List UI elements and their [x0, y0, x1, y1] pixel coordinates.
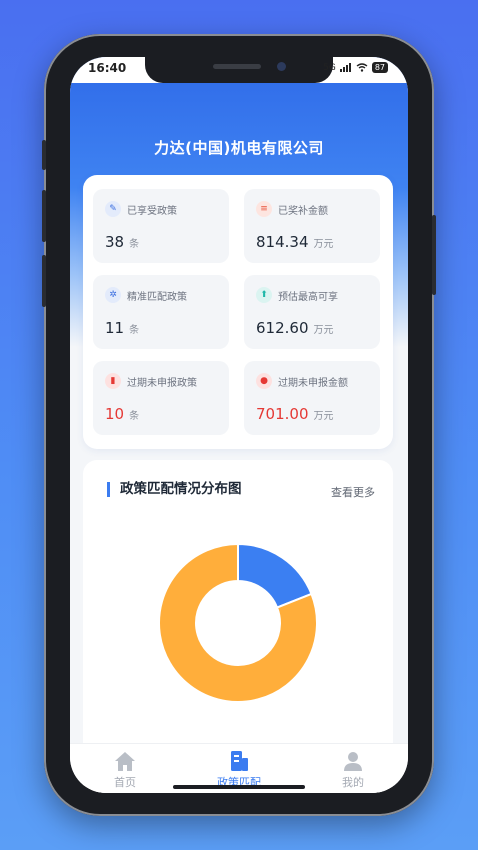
- stat-label-row: ⬆ 预估最高可享: [256, 287, 338, 303]
- stat-unit: 万元: [313, 411, 334, 422]
- stat-value: 701.00: [256, 405, 309, 423]
- stat-unit: 条: [129, 239, 140, 250]
- stat-unit: 万元: [313, 325, 334, 336]
- stat-value-row: 38 条: [105, 233, 139, 251]
- network-label: 5G: [323, 62, 336, 73]
- arrow-up-icon: ⬆: [256, 287, 272, 303]
- stat-tile[interactable]: ⬆ 预估最高可享 612.60 万元: [244, 275, 380, 349]
- stat-label: 过期未申报政策: [127, 377, 197, 389]
- stat-value: 814.34: [256, 233, 309, 251]
- phone-side-button: [42, 140, 46, 170]
- view-more-link[interactable]: 查看更多: [331, 484, 375, 500]
- stat-value-row: 612.60 万元: [256, 319, 334, 337]
- speaker: [213, 64, 261, 69]
- home-indicator: [173, 785, 305, 789]
- stat-value-row: 701.00 万元: [256, 405, 334, 423]
- stat-tile[interactable]: ✲ 精准匹配政策 11 条: [93, 275, 229, 349]
- stat-tile[interactable]: ▮ 过期未申报政策 10 条: [93, 361, 229, 435]
- stat-label-row: ▮ 过期未申报政策: [105, 373, 197, 389]
- stat-label-row: ✲ 精准匹配政策: [105, 287, 187, 303]
- stat-value-row: 11 条: [105, 319, 139, 337]
- stat-label: 已享受政策: [127, 205, 177, 217]
- stat-tile[interactable]: ≡ 已奖补金额 814.34 万元: [244, 189, 380, 263]
- edit-icon: ✎: [105, 201, 121, 217]
- stat-label: 已奖补金额: [278, 205, 328, 217]
- tab-home-label: 首页: [114, 776, 136, 789]
- status-bar: 16:40 5G 87: [70, 57, 408, 83]
- tab-policy-match[interactable]: 政策匹配: [199, 750, 279, 790]
- system-icons: 5G 87: [323, 62, 388, 73]
- tab-mine-label: 我的: [342, 776, 364, 789]
- signal-icon: [339, 63, 351, 72]
- coin-stack-icon: ≡: [256, 201, 272, 217]
- stat-label: 预估最高可享: [278, 291, 338, 303]
- chart-title: 政策匹配情况分布图: [107, 482, 242, 497]
- stat-value: 11: [105, 319, 125, 337]
- stat-value: 10: [105, 405, 125, 423]
- home-icon: [115, 752, 135, 771]
- stat-value-row: 10 条: [105, 405, 139, 423]
- battery-icon: 87: [371, 62, 388, 73]
- stat-value: 612.60: [256, 319, 309, 337]
- stat-unit: 条: [129, 411, 140, 422]
- stat-unit: 万元: [313, 239, 334, 250]
- donut-chart: [159, 544, 317, 702]
- camera: [277, 62, 286, 71]
- stat-value: 38: [105, 233, 125, 251]
- phone-volume-up: [42, 190, 46, 242]
- stat-unit: 条: [129, 325, 140, 336]
- stats-card: ✎ 已享受政策 38 条 ≡ 已奖补金额 814.34 万元 ✲ 精准匹配政策 11 条 ⬆ 预估最高可享…: [83, 175, 393, 449]
- stat-value-row: 814.34 万元: [256, 233, 334, 251]
- stat-label: 过期未申报金额: [278, 377, 348, 389]
- stat-label-row: ✎ 已享受政策: [105, 201, 177, 217]
- stat-tile[interactable]: ✎ 已享受政策 38 条: [93, 189, 229, 263]
- money-icon: ●: [256, 373, 272, 389]
- target-icon: ✲: [105, 287, 121, 303]
- app-screen: 16:40 5G 87 力达(中国)机电有限公司 ✎ 已享受政策 38 条 ≡ 已奖补金额…: [70, 57, 408, 793]
- notch: [145, 57, 333, 83]
- phone-volume-down: [42, 255, 46, 307]
- stat-label-row: ● 过期未申报金额: [256, 373, 348, 389]
- tab-home[interactable]: 首页: [85, 750, 165, 790]
- stat-label: 精准匹配政策: [127, 291, 187, 303]
- document-icon: ▮: [105, 373, 121, 389]
- user-icon: [344, 752, 362, 771]
- building-icon: [231, 751, 248, 771]
- tab-mine[interactable]: 我的: [313, 750, 393, 790]
- status-time: 16:40: [88, 61, 127, 75]
- stat-label-row: ≡ 已奖补金额: [256, 201, 328, 217]
- stat-tile[interactable]: ● 过期未申报金额 701.00 万元: [244, 361, 380, 435]
- wifi-icon: [356, 63, 368, 72]
- company-name: 力达(中国)机电有限公司: [154, 139, 324, 157]
- phone-power-button: [432, 215, 436, 295]
